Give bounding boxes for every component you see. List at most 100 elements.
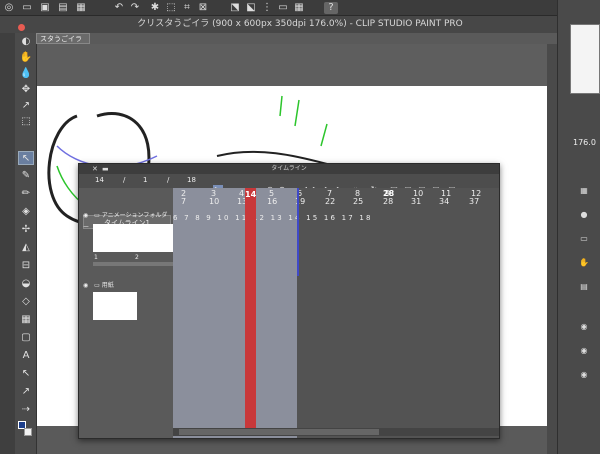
- document-tab[interactable]: スタうごイラ: [36, 33, 90, 44]
- scroll-thumb[interactable]: [179, 429, 379, 435]
- frame-area[interactable]: [173, 188, 297, 438]
- navigator-preview[interactable]: [570, 24, 600, 94]
- paper-icon: ▭: [94, 282, 100, 289]
- separator: /: [167, 176, 170, 184]
- title-bar: クリスタうごイラ (900 x 600px 350dpi 176.0%) - C…: [0, 16, 600, 33]
- grid-icon[interactable]: ▦: [292, 2, 306, 14]
- brush-icon[interactable]: ✎: [18, 169, 34, 183]
- cel-number: 7: [184, 214, 191, 222]
- lasso-icon[interactable]: ↖: [18, 151, 34, 165]
- invert-icon[interactable]: ⬔: [228, 2, 242, 14]
- frame-area-outside[interactable]: [297, 188, 499, 438]
- transform-icon[interactable]: ⬚: [164, 2, 178, 14]
- canvas-scrollbar[interactable]: [547, 44, 557, 454]
- timeline-title: タイムライン: [79, 164, 499, 174]
- fill-icon[interactable]: ⊟: [18, 259, 34, 273]
- separator: /: [123, 176, 126, 184]
- clear-icon[interactable]: ✱: [148, 2, 162, 14]
- figure-icon[interactable]: ◇: [18, 295, 34, 309]
- blend-icon[interactable]: ↗: [18, 385, 34, 399]
- save-icon[interactable]: ▦: [74, 2, 88, 14]
- layer-icon[interactable]: ▭: [578, 234, 590, 244]
- layer-name: 用紙: [101, 282, 114, 289]
- layer-row-animation-folder[interactable]: ◉ ▭ アニメーションフォルダー: [79, 210, 173, 231]
- correction-icon[interactable]: ↖: [18, 367, 34, 381]
- layer-list: タイムライン1 ◉ ▭ アニメーションフォルダー 1 2 ◉ ▭ 用紙: [79, 188, 295, 438]
- decoration-icon[interactable]: ✢: [18, 223, 34, 237]
- deselect-icon[interactable]: ⊠: [196, 2, 210, 14]
- eye-icon[interactable]: ◉: [83, 212, 88, 219]
- layer-icon[interactable]: ▤: [578, 282, 590, 292]
- eraser-icon[interactable]: ◭: [18, 241, 34, 255]
- frame-header-bottom: 7: [181, 197, 187, 206]
- airbrush-icon[interactable]: ◈: [18, 205, 34, 219]
- save-icon[interactable]: ▤: [56, 2, 70, 14]
- eye-icon[interactable]: ◉: [578, 346, 590, 356]
- crop-icon[interactable]: ⬕: [244, 2, 258, 14]
- frame-header-bottom: 25: [353, 197, 364, 206]
- end-frame-marker[interactable]: [297, 188, 299, 276]
- frame-header-bottom: 10: [209, 197, 220, 206]
- cel-number-row: 6 7 8 9 10 11 12 13 14 15 16 17 18: [173, 214, 373, 222]
- paper-thumbnail: [93, 292, 137, 320]
- undo-icon[interactable]: ↶: [112, 2, 126, 14]
- frame-highlight: 28: [383, 189, 395, 198]
- cel-number: 6: [173, 214, 180, 222]
- end-frame-value[interactable]: 18: [187, 176, 196, 184]
- arrow-icon[interactable]: ✥: [18, 83, 34, 97]
- minimize-icon[interactable]: ▬: [102, 165, 110, 173]
- select-icon[interactable]: ⌗: [180, 2, 194, 14]
- navigator-icon[interactable]: ◐: [18, 35, 34, 49]
- open-folder-icon[interactable]: ▣: [38, 2, 52, 14]
- cel-number: 8: [195, 214, 202, 222]
- figure-icon[interactable]: ▢: [18, 331, 34, 345]
- text-icon[interactable]: A: [18, 349, 34, 363]
- menu-icon[interactable]: ◎: [2, 2, 16, 14]
- cel-number: 14: [288, 214, 302, 222]
- timeline-scrollbar[interactable]: [173, 428, 499, 436]
- correction-icon[interactable]: ⇢: [18, 403, 34, 417]
- redo-icon[interactable]: ↷: [128, 2, 142, 14]
- frame-header-bottom: 34: [439, 197, 450, 206]
- pencil-icon[interactable]: ✏: [18, 187, 34, 201]
- cel-number: 10: [217, 214, 231, 222]
- window-title: クリスタうごイラ (900 x 600px 350dpi 176.0%) - C…: [137, 19, 463, 29]
- pen-icon[interactable]: ↗: [18, 99, 34, 113]
- layer-icon[interactable]: ✋: [578, 258, 590, 268]
- eyedrop-icon[interactable]: 💧: [18, 67, 34, 81]
- hand-icon[interactable]: ✋: [18, 51, 34, 65]
- grid-icon[interactable]: ⋮: [260, 2, 274, 14]
- gradient-icon[interactable]: ▦: [18, 313, 34, 327]
- command-bar: ◎ ▭ ▣ ▤ ▦ ↶ ↷ ✱ ⬚ ⌗ ⊠ ⬔ ⬕ ⋮ ▭ ▦ ?: [0, 0, 600, 16]
- current-frame-value[interactable]: 14: [95, 176, 104, 184]
- frame-header-bottom: 31: [411, 197, 422, 206]
- gradient-icon[interactable]: ◒: [18, 277, 34, 291]
- app-window: ◎ ▭ ▣ ▤ ▦ ↶ ↷ ✱ ⬚ ⌗ ⊠ ⬔ ⬕ ⋮ ▭ ▦ ? クリスタうご…: [0, 0, 600, 454]
- zoom-value[interactable]: 176.0: [573, 138, 596, 147]
- eye-icon[interactable]: ◉: [578, 322, 590, 332]
- eye-icon[interactable]: ◉: [83, 282, 88, 289]
- search-icon[interactable]: ▭: [276, 2, 290, 14]
- new-file-icon[interactable]: ▭: [20, 2, 34, 14]
- frame-header-bottom: 28: [383, 197, 394, 206]
- cel-label: 1: [94, 254, 98, 261]
- playhead[interactable]: [245, 188, 256, 428]
- left-panel-strip: [0, 33, 15, 454]
- layer-icon[interactable]: ●: [578, 210, 590, 220]
- timeline-panel: タイムライン ✕ ▬ 14 / 1 / 18 ▶ ▭ ▭ ⊖ ⊕ ◀ ▶ ▶ ▶…: [78, 163, 500, 439]
- sub-color-swatch[interactable]: [24, 428, 32, 436]
- cel-number: 13: [270, 214, 284, 222]
- help-icon[interactable]: ?: [324, 2, 338, 14]
- frame-header-bottom: 16: [267, 197, 278, 206]
- close-icon[interactable]: ✕: [92, 165, 100, 173]
- cel-number: 17: [341, 214, 355, 222]
- layer-row-paper[interactable]: ◉ ▭ 用紙: [79, 280, 173, 292]
- marquee-icon[interactable]: ⬚: [18, 115, 34, 129]
- eye-icon[interactable]: ◉: [578, 370, 590, 380]
- playhead-frame-label: 14: [245, 190, 257, 199]
- cel-number: 15: [306, 214, 320, 222]
- layer-icon[interactable]: ▦: [578, 186, 590, 196]
- start-frame-value[interactable]: 1: [143, 176, 147, 184]
- close-dot-icon[interactable]: [18, 24, 25, 31]
- timeline-toolbar: 14 / 1 / 18 ▶ ▭ ▭ ⊖ ⊕ ◀ ▶ ▶ ▶ ⇥ ↻ ▣ ▢ ▢ …: [79, 174, 499, 195]
